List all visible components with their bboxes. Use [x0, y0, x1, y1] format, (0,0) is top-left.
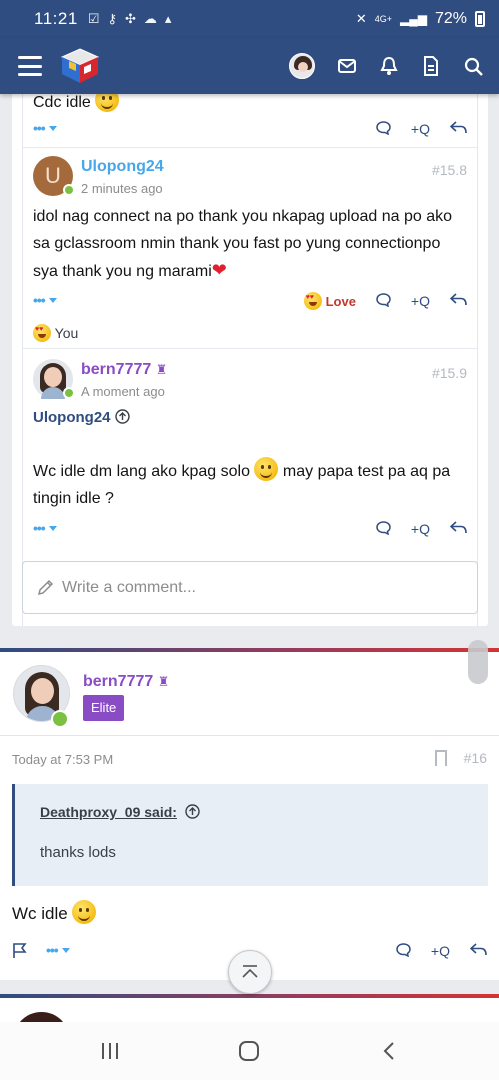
chevron-down-icon: [48, 126, 57, 131]
more-options-button[interactable]: •••: [33, 292, 57, 310]
reply-icon[interactable]: [449, 293, 467, 309]
scroll-to-top-button[interactable]: [228, 950, 272, 994]
online-indicator: [63, 184, 75, 196]
arrow-up-circle-icon[interactable]: [115, 409, 130, 429]
quote-button[interactable]: +Q: [411, 121, 430, 137]
system-nav-bar: [0, 1022, 499, 1080]
battery-percent: 72%: [434, 10, 467, 27]
arrow-up-circle-icon[interactable]: [185, 804, 201, 824]
reply-icon[interactable]: [449, 121, 467, 137]
user-avatar[interactable]: [289, 53, 315, 79]
post-number[interactable]: #16: [464, 750, 487, 766]
reply-icon[interactable]: [469, 943, 487, 959]
cloud-icon: ☁: [143, 11, 157, 26]
quote-button[interactable]: +Q: [411, 293, 430, 309]
comment-text: idol nag connect na po thank you nkapag …: [33, 208, 452, 280]
comment-username[interactable]: Ulopong24: [81, 158, 164, 176]
key-icon: ⚷: [107, 11, 117, 26]
comment-text: Wc idle dm lang ako kpag solo: [33, 463, 250, 480]
online-indicator: [51, 710, 69, 728]
bookmark-icon[interactable]: [435, 750, 447, 766]
chevron-down-icon: [48, 298, 57, 303]
pencil-icon: [37, 579, 54, 596]
smile-emoji-icon: [72, 900, 97, 924]
comment-bubble-icon[interactable]: [376, 520, 391, 538]
signal-weak-icon: ▴: [164, 11, 172, 26]
quote-text: thanks lods: [40, 844, 116, 861]
home-icon[interactable]: [229, 1031, 269, 1071]
status-time: 11:21: [34, 9, 78, 28]
scrollbar-handle[interactable]: [468, 640, 488, 684]
comment-bubble-icon[interactable]: [396, 942, 411, 960]
comment-bubble-icon[interactable]: [376, 292, 391, 310]
more-options-button[interactable]: •••: [33, 120, 57, 138]
chevron-down-icon: [48, 526, 57, 531]
comment-time[interactable]: A moment ago: [81, 384, 167, 399]
reactions-by: You: [54, 325, 79, 341]
post-user-header: bern7777 ♜ Elite: [0, 640, 499, 736]
comment-time[interactable]: 2 minutes ago: [81, 181, 164, 196]
chevron-up-icon: [242, 965, 258, 978]
write-comment-input[interactable]: Write a comment...: [22, 561, 478, 614]
chevron-down-icon: [61, 948, 70, 953]
comment-item: bern7777 ♜ A moment ago #15.9 Ulopong24 …: [23, 349, 477, 542]
app-header: [0, 38, 499, 94]
comment-text: Cdc idle: [33, 94, 91, 111]
post-body-text: Wc idle: [12, 904, 68, 923]
smile-emoji-icon: [254, 457, 279, 481]
staff-badge-icon: ♜: [155, 362, 168, 377]
comment-item: U Ulopong24 2 minutes ago #15.8 idol nag…: [23, 148, 477, 348]
reply-icon[interactable]: [449, 521, 467, 537]
signal-icon: ▂▄▆: [400, 12, 427, 26]
love-reaction-button[interactable]: Love: [303, 292, 356, 310]
heart-emoji-icon: ❤: [211, 260, 227, 280]
write-comment-placeholder: Write a comment...: [62, 578, 196, 596]
comment-bubble-icon[interactable]: [376, 120, 391, 138]
post-date[interactable]: Today at 7:53 PM: [12, 752, 113, 767]
heart-eyes-emoji-icon: [33, 324, 51, 342]
battery-icon: [475, 11, 485, 27]
status-bar: 11:21 ☑ ⚷ ✣ ☁ ▴ ✕ 4G+ ▂▄▆ 72%: [0, 0, 499, 38]
reactions-summary[interactable]: You: [33, 324, 467, 342]
avatar[interactable]: U: [33, 156, 75, 196]
comment-number[interactable]: #15.8: [432, 162, 467, 178]
post-username[interactable]: bern7777 ♜: [83, 673, 169, 691]
quote-block: Deathproxy_09 said: thanks lods: [12, 784, 488, 886]
network-type: 4G+: [374, 14, 392, 24]
flag-icon[interactable]: [12, 943, 28, 959]
post-item: bern7777 ♜ Elite Today at 7:53 PM #16 De…: [0, 640, 499, 980]
mention-link[interactable]: Ulopong24: [33, 409, 111, 426]
search-icon[interactable]: [463, 56, 483, 76]
quote-button[interactable]: +Q: [411, 521, 430, 537]
comment-item: Cdc idle ••• +Q: [23, 88, 477, 147]
quote-author-link[interactable]: Deathproxy_09 said:: [40, 804, 177, 820]
reaction-label: Love: [325, 294, 356, 309]
checkbox-icon: ☑: [87, 11, 100, 26]
menu-icon[interactable]: [18, 56, 42, 76]
more-options-button[interactable]: •••: [46, 942, 70, 960]
quote-button[interactable]: +Q: [431, 943, 450, 959]
heart-eyes-emoji-icon: [303, 292, 322, 310]
status-notification-icons: ☑ ⚷ ✣ ☁ ▴: [88, 11, 172, 27]
recent-apps-icon[interactable]: [90, 1031, 130, 1071]
staff-badge-icon: ♜: [157, 674, 170, 689]
bell-icon[interactable]: [379, 56, 399, 76]
mute-icon: ✕: [355, 11, 367, 26]
fan-icon: ✣: [124, 11, 136, 26]
comments-card: Cdc idle ••• +Q U Ulopong24 2 minutes ag…: [12, 88, 488, 626]
site-logo[interactable]: [60, 47, 100, 85]
user-role-badge: Elite: [83, 695, 125, 721]
new-posts-icon[interactable]: [421, 56, 441, 76]
back-icon[interactable]: [369, 1031, 409, 1071]
comment-username[interactable]: bern7777 ♜: [81, 361, 167, 379]
more-options-button[interactable]: •••: [33, 520, 57, 538]
online-indicator: [63, 387, 75, 399]
inbox-icon[interactable]: [337, 56, 357, 76]
avatar[interactable]: [33, 359, 75, 399]
comment-number[interactable]: #15.9: [432, 365, 467, 381]
